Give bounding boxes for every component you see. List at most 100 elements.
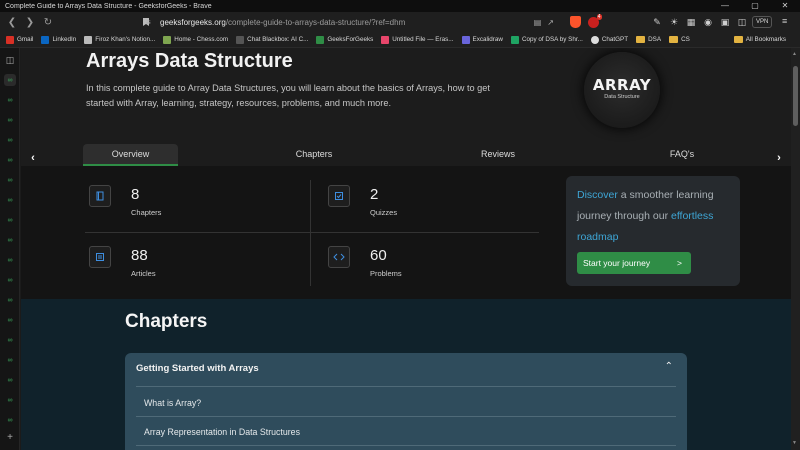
- address-bar[interactable]: ≡ geeksforgeeks.org/complete-guide-to-ar…: [146, 14, 554, 30]
- tab-link-icon[interactable]: ∞: [4, 414, 16, 426]
- tabs-prev-icon[interactable]: ‹: [27, 152, 39, 164]
- course-description: In this complete guide to Array Data Str…: [86, 83, 490, 108]
- scroll-up-icon[interactable]: ▲: [792, 51, 797, 57]
- bookmark-chess[interactable]: Home - Chess.com: [163, 35, 228, 44]
- page-scrollbar[interactable]: ▲ ▼: [791, 48, 800, 450]
- sun-icon[interactable]: ☀: [667, 17, 681, 28]
- tab-link-icon[interactable]: ∞: [4, 334, 16, 346]
- problems-label: Problems: [370, 269, 402, 278]
- sheets-icon: [510, 35, 519, 44]
- pen-icon[interactable]: ✎: [650, 17, 664, 28]
- bookmark-blackbox[interactable]: Chat Blackbox: AI C...: [236, 35, 308, 44]
- maximize-button[interactable]: ▢: [740, 0, 770, 12]
- start-journey-button[interactable]: Start your journey >: [577, 252, 691, 274]
- tab-link-icon[interactable]: ∞: [4, 154, 16, 166]
- accordion-divider: [136, 386, 676, 387]
- window-titlebar: Complete Guide to Arrays Data Structure …: [0, 0, 800, 12]
- site-settings-icon[interactable]: ≡: [146, 18, 160, 27]
- roadmap-promo-card: Discover a smoother learning journey thr…: [566, 176, 740, 286]
- share-icon[interactable]: ↗: [547, 18, 554, 27]
- folder-icon: [733, 36, 743, 43]
- wallet-icon[interactable]: ▣: [718, 17, 732, 28]
- tab-chapters[interactable]: Chapters: [264, 144, 364, 166]
- sidebar-panel-icon[interactable]: ◫: [4, 54, 16, 66]
- accordion-title[interactable]: Getting Started with Arrays: [136, 363, 259, 374]
- bookmark-excalidraw[interactable]: Excalidraw: [461, 35, 503, 44]
- bookmark-notion[interactable]: Firoz Khan's Notion...: [84, 35, 155, 44]
- promo-text: Discover a smoother learning journey thr…: [577, 189, 714, 243]
- tab-overview[interactable]: Overview: [83, 144, 178, 166]
- scrollbar-thumb[interactable]: [793, 66, 798, 126]
- chapter-item-what-is-array[interactable]: What is Array?: [144, 398, 201, 408]
- quizzes-count: 2: [370, 186, 379, 203]
- tab-link-icon[interactable]: ∞: [4, 294, 16, 306]
- reload-icon[interactable]: ↻: [39, 13, 57, 31]
- brave-shields-icon[interactable]: [568, 15, 582, 29]
- excalidraw-icon: [461, 35, 470, 44]
- tab-link-icon[interactable]: ∞: [4, 274, 16, 286]
- bookmark-dsa-sheet[interactable]: Copy of DSA by Shr...: [510, 35, 583, 44]
- tab-link-icon[interactable]: ∞: [4, 394, 16, 406]
- vpn-button[interactable]: VPN: [752, 16, 773, 28]
- accordion-divider: [136, 416, 676, 417]
- browser-sidebar: ◫ ∞ ∞ ∞ ∞ ∞ ∞ ∞ ∞ ∞ ∞ ∞ ∞ ∞ ∞ ∞ ∞ ∞ ∞ +: [0, 48, 20, 450]
- minimize-button[interactable]: —: [710, 0, 740, 12]
- add-tab-icon[interactable]: +: [4, 431, 16, 443]
- article-icon: [89, 246, 111, 268]
- tab-link-icon[interactable]: ∞: [4, 374, 16, 386]
- tab-link-icon[interactable]: ∞: [4, 174, 16, 186]
- brave-rewards-icon[interactable]: 4: [586, 13, 602, 29]
- chess-icon: [163, 35, 172, 44]
- tab-reviews[interactable]: Reviews: [448, 144, 548, 166]
- chapter-item-array-representation[interactable]: Array Representation in Data Structures: [144, 427, 300, 437]
- bookmark-geeksforgeeks[interactable]: GeeksForGeeks: [316, 35, 373, 44]
- tabs-next-icon[interactable]: ›: [773, 152, 785, 164]
- forward-icon[interactable]: ❯: [21, 13, 39, 31]
- leo-icon[interactable]: ◉: [701, 17, 715, 28]
- tab-link-icon[interactable]: ∞: [4, 254, 16, 266]
- blackbox-icon: [236, 35, 245, 44]
- tab-link-icon[interactable]: ∞: [4, 314, 16, 326]
- scroll-down-icon[interactable]: ▼: [792, 440, 797, 446]
- bookmark-folder-dsa[interactable]: DSA: [636, 36, 661, 43]
- quizzes-label: Quizzes: [370, 208, 398, 217]
- tab-link-icon[interactable]: ∞: [4, 134, 16, 146]
- notion-icon: [84, 35, 93, 44]
- menu-icon[interactable]: ≡: [782, 16, 787, 26]
- bookmarks-bar: Gmail LinkedIn Firoz Khan's Notion... Ho…: [0, 32, 800, 48]
- window-title: Complete Guide to Arrays Data Structure …: [5, 2, 212, 10]
- sidebar-toggle-icon[interactable]: ◫: [735, 17, 749, 28]
- all-bookmarks[interactable]: All Bookmarks: [733, 36, 786, 43]
- code-icon: [328, 246, 350, 268]
- gmail-icon: [6, 35, 14, 44]
- tab-link-icon[interactable]: ∞: [4, 194, 16, 206]
- tab-link-icon[interactable]: ∞: [4, 354, 16, 366]
- bookmark-gmail[interactable]: Gmail: [6, 35, 33, 44]
- folder-icon: [669, 36, 679, 43]
- linkedin-icon: [41, 35, 50, 44]
- extensions-icon[interactable]: ▦: [684, 17, 698, 28]
- chevron-up-icon[interactable]: ⌃: [665, 361, 673, 372]
- tab-link-icon[interactable]: ∞: [4, 94, 16, 106]
- course-tabs: Overview Chapters Reviews FAQ's: [21, 144, 791, 166]
- tab-link-icon[interactable]: ∞: [4, 114, 16, 126]
- bookmark-linkedin[interactable]: LinkedIn: [41, 35, 76, 44]
- bookmark-chatgpt[interactable]: ChatGPT: [590, 35, 628, 44]
- url-text[interactable]: geeksforgeeks.org/complete-guide-to-arra…: [160, 18, 405, 27]
- course-stats: 8 Chapters 2 Quizzes 88 Articles 60 Prob…: [21, 166, 791, 299]
- bookmark-folder-cs[interactable]: CS: [669, 36, 690, 43]
- close-window-button[interactable]: ✕: [770, 0, 800, 12]
- chapters-section: Chapters Getting Started with Arrays ⌃ W…: [21, 299, 791, 450]
- stats-divider: [85, 232, 539, 233]
- gfg-icon: [316, 35, 325, 44]
- tab-faqs[interactable]: FAQ's: [632, 144, 732, 166]
- problems-count: 60: [370, 247, 387, 264]
- back-icon[interactable]: ❮: [3, 13, 21, 31]
- bookmark-eraser[interactable]: Untitled File — Eras...: [381, 35, 454, 44]
- tab-link-icon[interactable]: ∞: [4, 74, 16, 86]
- arrow-right-icon: >: [677, 258, 682, 268]
- stats-divider: [310, 180, 311, 286]
- tab-link-icon[interactable]: ∞: [4, 214, 16, 226]
- tab-link-icon[interactable]: ∞: [4, 234, 16, 246]
- reader-mode-icon[interactable]: ▤: [534, 18, 542, 27]
